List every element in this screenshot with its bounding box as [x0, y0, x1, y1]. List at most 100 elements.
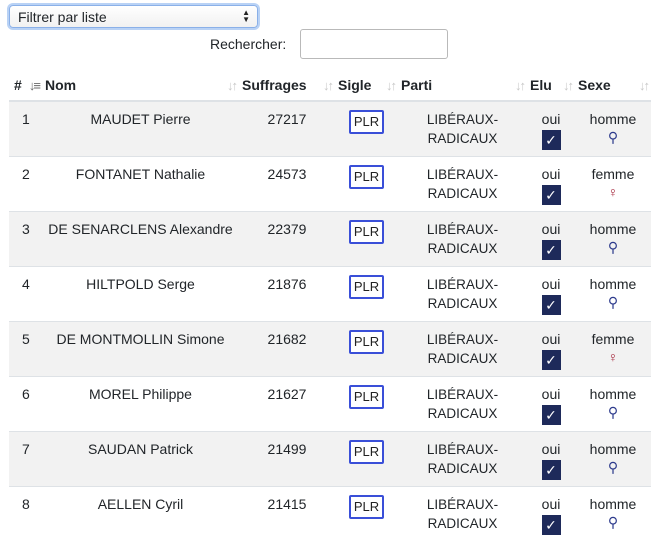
column-header-num[interactable]: # ↓≡ — [9, 70, 42, 102]
cell-num: 5 — [9, 320, 42, 376]
cell-suffrages: 21415 — [239, 485, 335, 536]
row-suffrages: 24573 — [267, 165, 307, 182]
cell-sigle: PLR — [335, 100, 398, 156]
table-row: 3 DE SENARCLENS Alexandre 22379 PLR LIBÉ… — [9, 210, 651, 266]
column-header-sigle[interactable]: Sigle ↓↑ — [335, 70, 398, 102]
cell-parti: LIBÉRAUX- RADICAUX — [398, 430, 527, 486]
column-header-suffrages[interactable]: Suffrages ↓↑ — [239, 70, 335, 102]
cell-nom: AELLEN Cyril — [42, 485, 239, 536]
gender-icon: ⚲ — [607, 293, 619, 310]
cell-elu: oui ✓ — [527, 485, 575, 536]
cell-num: 4 — [9, 265, 42, 321]
sort-icon: ↓↑ — [323, 78, 334, 93]
sort-icon: ↓↑ — [515, 78, 526, 93]
row-suffrages: 21415 — [267, 495, 307, 512]
row-elu: oui — [541, 385, 561, 402]
cell-sexe: femme ♀ — [575, 320, 651, 376]
row-num: 8 — [22, 495, 30, 512]
cell-nom: SAUDAN Patrick — [42, 430, 239, 486]
cell-elu: oui ✓ — [527, 210, 575, 266]
checkmark-icon: ✓ — [541, 130, 561, 150]
cell-sigle: PLR — [335, 320, 398, 376]
gender-icon: ♀ — [607, 348, 619, 365]
row-sexe: homme — [589, 220, 637, 237]
row-parti-line1: LIBÉRAUX- — [426, 221, 499, 237]
table-row: 5 DE MONTMOLLIN Simone 21682 PLR LIBÉRAU… — [9, 320, 651, 376]
row-suffrages: 21876 — [267, 275, 307, 292]
candidates-table: # ↓≡ Nom ↓↑ Suffrages ↓↑ Sigle ↓↑ Parti … — [9, 70, 651, 536]
cell-nom: DE SENARCLENS Alexandre — [42, 210, 239, 266]
row-sexe: homme — [589, 440, 637, 457]
column-header-parti-label: Parti — [401, 77, 433, 93]
column-header-elu[interactable]: Elu ↓↑ — [527, 70, 575, 102]
cell-nom: HILTPOLD Serge — [42, 265, 239, 321]
row-elu: oui — [541, 275, 561, 292]
column-header-parti[interactable]: Parti ↓↑ — [398, 70, 527, 102]
cell-suffrages: 24573 — [239, 155, 335, 211]
sigle-badge: PLR — [348, 329, 385, 354]
row-elu: oui — [541, 111, 561, 127]
row-nom: FONTANET Nathalie — [75, 165, 206, 182]
cell-sigle: PLR — [335, 430, 398, 486]
row-parti-line1: LIBÉRAUX- — [426, 112, 499, 127]
checkmark-icon: ✓ — [541, 349, 561, 370]
gender-icon: ⚲ — [607, 129, 619, 145]
cell-suffrages: 21876 — [239, 265, 335, 321]
filter-list-select[interactable]: Filtrer par liste ▲ ▼ — [9, 5, 258, 28]
row-sexe: femme — [591, 330, 635, 347]
row-sexe: femme — [591, 165, 635, 182]
row-nom: HILTPOLD Serge — [86, 275, 195, 292]
row-parti-line2: RADICAUX — [427, 295, 498, 311]
cell-sigle: PLR — [335, 265, 398, 321]
row-nom: MAUDET Pierre — [90, 111, 191, 127]
cell-num: 6 — [9, 375, 42, 431]
table-row: 1 MAUDET Pierre 27217 PLR LIBÉRAUX- RADI… — [9, 100, 651, 156]
cell-sexe: homme ⚲ — [575, 210, 651, 266]
row-sexe: homme — [589, 275, 637, 292]
column-header-nom[interactable]: Nom ↓↑ — [42, 70, 239, 102]
gender-icon: ⚲ — [607, 403, 619, 420]
cell-sexe: femme ♀ — [575, 155, 651, 211]
column-header-suffrages-label: Suffrages — [242, 77, 307, 93]
cell-num: 8 — [9, 485, 42, 536]
column-header-sexe-label: Sexe — [578, 77, 611, 93]
row-num: 5 — [22, 330, 30, 347]
table-row: 2 FONTANET Nathalie 24573 PLR LIBÉRAUX- … — [9, 155, 651, 211]
table-row: 7 SAUDAN Patrick 21499 PLR LIBÉRAUX- RAD… — [9, 430, 651, 486]
row-parti-line2: RADICAUX — [427, 185, 498, 201]
row-parti-line1: LIBÉRAUX- — [426, 386, 499, 402]
table-header-row: # ↓≡ Nom ↓↑ Suffrages ↓↑ Sigle ↓↑ Parti … — [9, 70, 651, 102]
row-parti-line1: LIBÉRAUX- — [426, 166, 499, 182]
search-input[interactable] — [300, 29, 448, 59]
cell-num: 3 — [9, 210, 42, 266]
column-header-nom-label: Nom — [45, 77, 77, 93]
row-sexe: homme — [589, 385, 637, 402]
sort-icon: ↓↑ — [639, 78, 650, 93]
row-parti-line2: RADICAUX — [427, 515, 498, 531]
gender-icon: ⚲ — [607, 513, 619, 530]
cell-suffrages: 27217 — [239, 100, 335, 156]
column-header-elu-label: Elu — [530, 77, 552, 93]
checkmark-icon: ✓ — [541, 459, 561, 480]
cell-num: 7 — [9, 430, 42, 486]
column-header-sexe[interactable]: Sexe ↓↑ — [575, 70, 651, 102]
cell-parti: LIBÉRAUX- RADICAUX — [398, 320, 527, 376]
row-parti-line2: RADICAUX — [427, 460, 498, 476]
row-suffrages: 22379 — [267, 220, 307, 237]
row-elu: oui — [541, 330, 561, 347]
sigle-badge: PLR — [348, 164, 385, 189]
cell-sigle: PLR — [335, 155, 398, 211]
row-suffrages: 27217 — [267, 111, 307, 127]
checkmark-icon: ✓ — [541, 294, 561, 315]
row-elu: oui — [541, 220, 561, 237]
row-suffrages: 21682 — [267, 330, 307, 347]
cell-sigle: PLR — [335, 375, 398, 431]
table-row: 4 HILTPOLD Serge 21876 PLR LIBÉRAUX- RAD… — [9, 265, 651, 321]
select-arrows-icon: ▲ ▼ — [242, 8, 250, 24]
cell-sexe: homme ⚲ — [575, 265, 651, 321]
gender-icon: ♀ — [607, 183, 619, 200]
sigle-badge: PLR — [348, 110, 385, 134]
column-header-sigle-label: Sigle — [338, 77, 372, 93]
checkmark-icon: ✓ — [541, 404, 561, 425]
table-row: 8 AELLEN Cyril 21415 PLR LIBÉRAUX- RADIC… — [9, 485, 651, 536]
